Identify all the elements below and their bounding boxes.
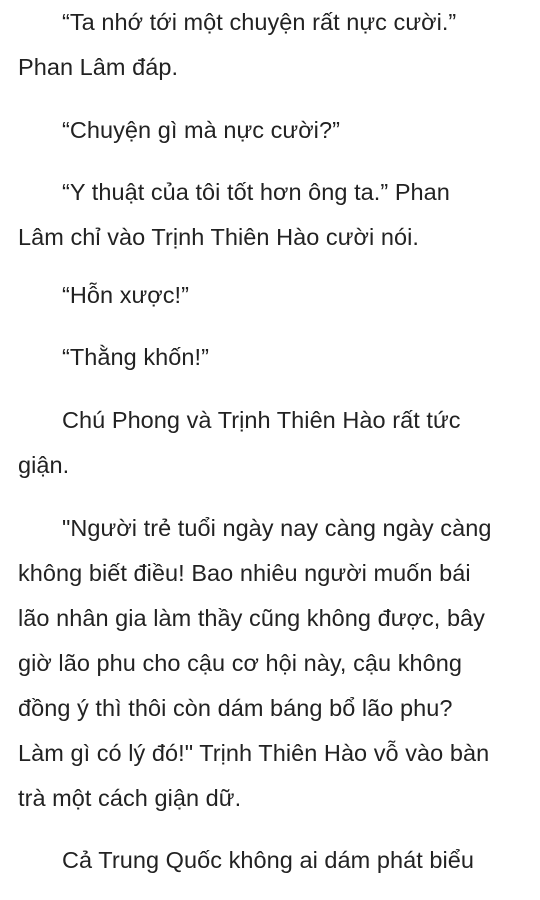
- text-line: “Ta nhớ tới một chuyện rất nực cười.”: [62, 9, 457, 35]
- text-line: Lâm chỉ vào Trịnh Thiên Hào cười nói.: [18, 224, 419, 250]
- text-line: “Chuyện gì mà nực cười?”: [62, 117, 340, 143]
- text-line: "Người trẻ tuổi ngày nay càng ngày càng: [62, 515, 492, 541]
- text-line: “Thằng khốn!”: [62, 344, 209, 370]
- text-line: Cả Trung Quốc không ai dám phát biểu: [62, 847, 475, 873]
- text-line: Chú Phong và Trịnh Thiên Hào rất tức: [62, 407, 461, 433]
- text-line: không biết điều! Bao nhiêu người muốn bá…: [18, 560, 471, 586]
- text-line: Làm gì có lý đó!" Trịnh Thiên Hào vỗ vào…: [18, 740, 490, 766]
- text-line: “Y thuật của tôi tốt hơn ông ta.” Phan: [62, 179, 450, 205]
- text-line: “Hỗn xược!”: [62, 282, 190, 308]
- text-line: trà một cách giận dữ.: [18, 785, 242, 811]
- text-line: Phan Lâm đáp.: [18, 54, 179, 80]
- text-line: giận.: [18, 452, 70, 478]
- text-line: đồng ý thì thôi còn dám báng bổ lão phu?: [18, 695, 453, 721]
- text-line: lão nhân gia làm thầy cũng không được, b…: [18, 605, 485, 631]
- text-line: giờ lão phu cho cậu cơ hội này, cậu khôn…: [18, 650, 462, 676]
